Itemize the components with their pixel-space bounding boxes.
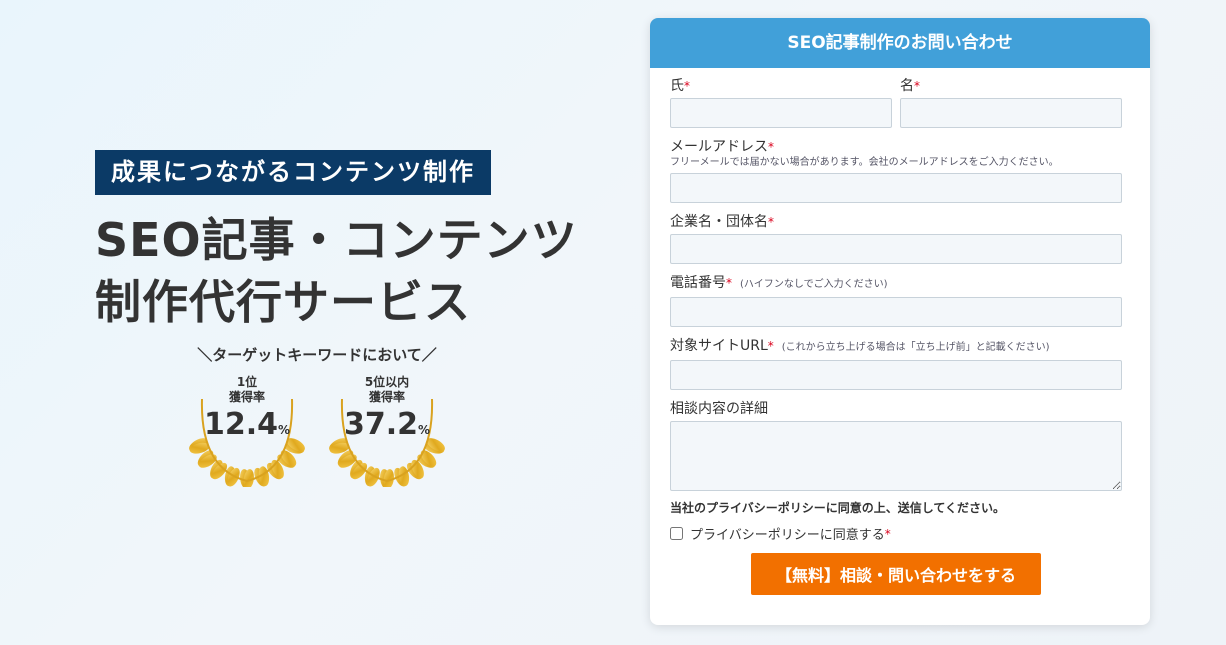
submit-button[interactable]: 【無料】相談・問い合わせをする (751, 553, 1041, 595)
required-mark: * (767, 339, 774, 353)
award-sublabel: 獲得率 (228, 390, 265, 404)
required-mark: * (768, 140, 774, 154)
email-hint: フリーメールでは届かない場合があります。会社のメールアドレスをご入力ください。 (670, 157, 1059, 168)
required-mark: * (884, 526, 891, 541)
required-mark: * (726, 276, 732, 290)
award-label: 5位以内 (364, 375, 410, 389)
required-mark: * (768, 215, 774, 229)
privacy-agree-label: プライバシーポリシーに同意する (690, 528, 885, 543)
award-rank1: 1位 獲得率 12.4% (182, 369, 312, 487)
privacy-notice: 当社のプライバシーポリシーに同意の上、送信してください。 (670, 501, 1006, 515)
required-mark: * (914, 79, 920, 93)
awards-section: ＼ターゲットキーワードにおいて／ 1位 獲得率 12.4% 5位以内 獲得率 3… (182, 344, 462, 487)
award-value: 37.2 (343, 407, 418, 442)
phone-input[interactable] (670, 297, 1122, 327)
contact-form: 氏* 名* メールアドレス* フリーメールでは届かない場合があります。会社のメー… (650, 68, 1150, 595)
first-name-label: 名* (900, 78, 920, 94)
detail-textarea[interactable] (670, 421, 1122, 491)
award-unit: % (418, 423, 431, 437)
detail-label: 相談内容の詳細 (670, 401, 768, 417)
phone-hint: (ハイフンなしでご入力ください) (740, 279, 888, 290)
first-name-input[interactable] (900, 98, 1122, 128)
company-label: 企業名・団体名* (670, 214, 774, 230)
privacy-agree[interactable]: プライバシーポリシーに同意する * (670, 524, 1122, 543)
award-label: 1位 (236, 375, 258, 389)
company-input[interactable] (670, 234, 1122, 264)
awards-caption: ＼ターゲットキーワードにおいて／ (197, 346, 437, 364)
hero-section: 成果につながるコンテンツ制作 SEO記事・コンテンツ 制作代行サービス (95, 150, 578, 333)
form-title: SEO記事制作のお問い合わせ (650, 18, 1150, 68)
last-name-input[interactable] (670, 98, 892, 128)
phone-label: 電話番号* (ハイフンなしでご入力ください) (670, 275, 888, 291)
hero-badge: 成果につながるコンテンツ制作 (95, 150, 491, 195)
award-unit: % (278, 423, 291, 437)
hero-title: SEO記事・コンテンツ 制作代行サービス (95, 209, 578, 333)
award-value: 12.4 (203, 407, 278, 442)
contact-form-card: SEO記事制作のお問い合わせ 氏* 名* メールアドレス* フリーメールでは届か… (650, 18, 1150, 625)
hero-title-line1: SEO記事・コンテンツ (95, 213, 578, 267)
last-name-label: 氏* (670, 78, 690, 94)
site-url-hint: (これから立ち上げる場合は「立ち上げ前」と記載ください) (781, 342, 1050, 353)
award-sublabel: 獲得率 (368, 390, 405, 404)
required-mark: * (684, 79, 690, 93)
hero-title-line2: 制作代行サービス (95, 275, 471, 329)
award-top5: 5位以内 獲得率 37.2% (322, 369, 452, 487)
site-url-label: 対象サイトURL* (これから立ち上げる場合は「立ち上げ前」と記載ください) (670, 338, 1050, 354)
email-input[interactable] (670, 173, 1122, 203)
privacy-agree-checkbox[interactable] (670, 527, 683, 540)
site-url-input[interactable] (670, 360, 1122, 390)
email-label: メールアドレス* (670, 139, 774, 155)
